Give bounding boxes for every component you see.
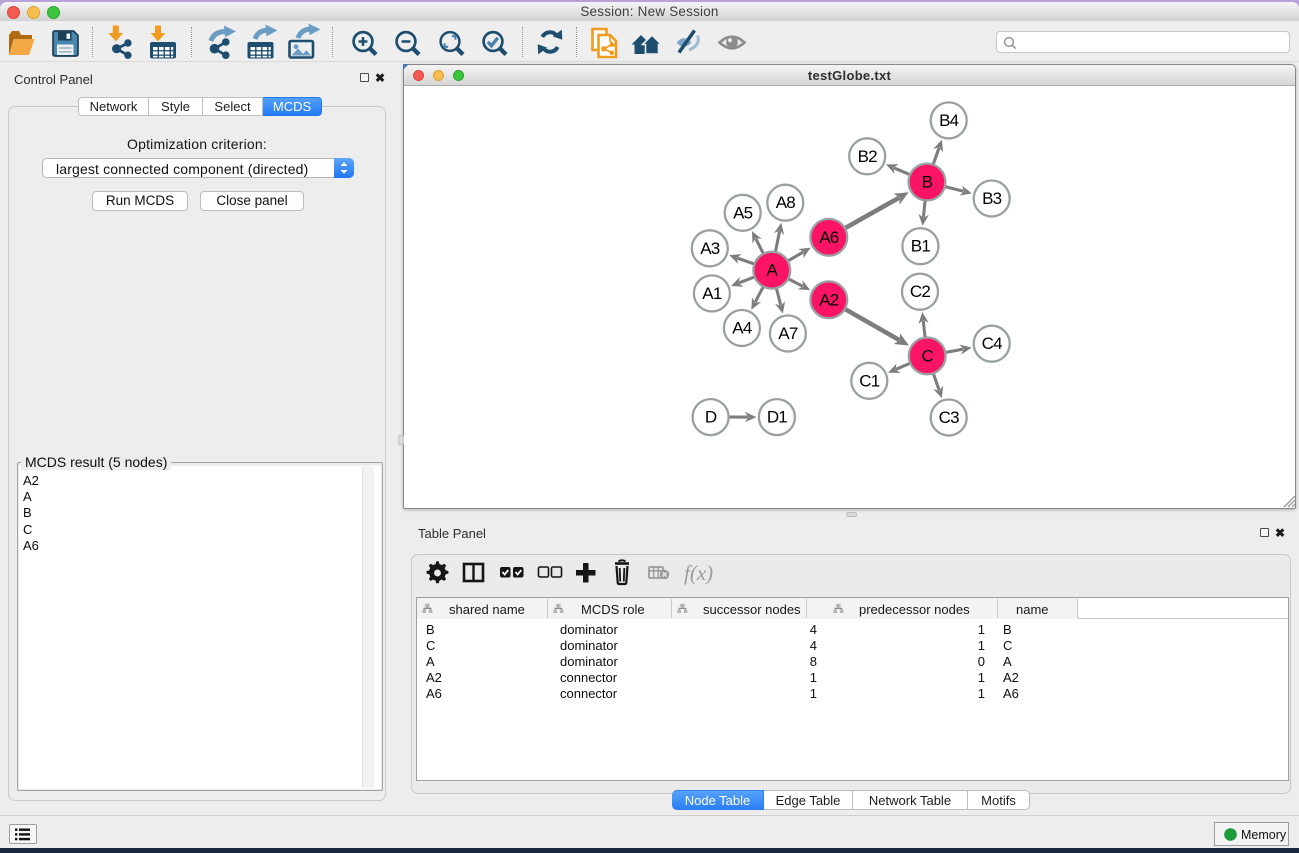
svg-text:A4: A4 <box>732 319 752 338</box>
svg-text:C4: C4 <box>982 334 1002 353</box>
svg-text:A7: A7 <box>778 324 798 343</box>
svg-text:C: C <box>921 346 933 365</box>
svg-text:D: D <box>705 408 717 427</box>
svg-text:A1: A1 <box>702 284 722 303</box>
svg-text:A8: A8 <box>776 193 796 212</box>
svg-text:A5: A5 <box>733 203 753 222</box>
svg-text:B: B <box>922 173 933 192</box>
svg-text:B2: B2 <box>858 147 878 166</box>
svg-text:B3: B3 <box>982 189 1002 208</box>
svg-text:C1: C1 <box>859 371 879 390</box>
svg-text:C3: C3 <box>939 408 959 427</box>
svg-text:f(x): f(x) <box>684 561 713 585</box>
svg-text:A2: A2 <box>819 290 839 309</box>
svg-text:A3: A3 <box>700 239 720 258</box>
svg-text:B4: B4 <box>939 111 959 130</box>
svg-text:A6: A6 <box>819 228 839 247</box>
svg-text:D1: D1 <box>767 408 787 427</box>
svg-text:B1: B1 <box>911 237 931 256</box>
svg-text:C2: C2 <box>910 282 930 301</box>
svg-text:A: A <box>767 261 779 280</box>
